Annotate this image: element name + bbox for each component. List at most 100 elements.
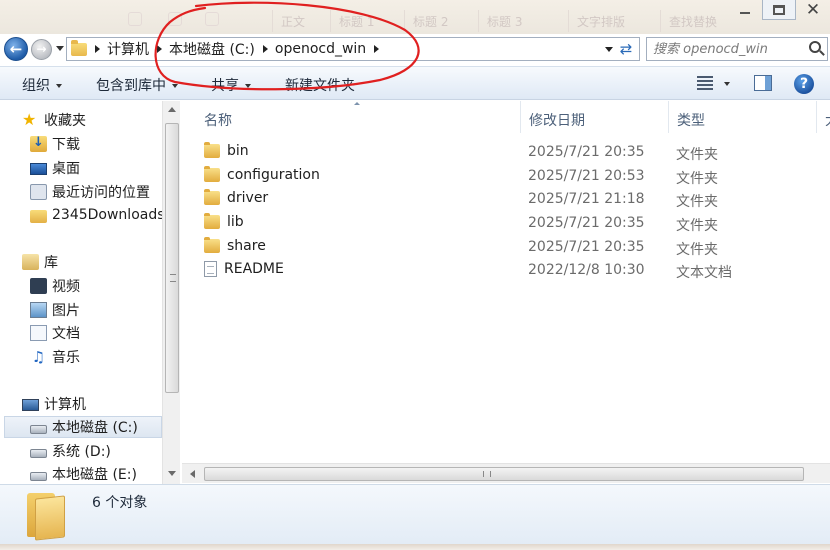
organize-button[interactable]: 组织 [22,75,62,95]
help-button[interactable]: ? [794,74,814,94]
view-options-icon[interactable] [697,76,713,90]
nav-pane-scrollbar[interactable] [162,101,180,484]
close-button[interactable]: ✕ [796,0,830,20]
new-folder-button[interactable]: 新建文件夹 [285,75,355,95]
maximize-button[interactable] [762,0,796,20]
navigation-pane: ★ 收藏夹 下载 桌面 最近访问的位置 2345Downloads 库 视频 图… [0,101,180,484]
nav-item-label: 本地磁盘 (C:) [52,420,138,436]
share-button[interactable]: 共享 [211,75,251,95]
column-header-modified[interactable]: 修改日期 [521,101,669,133]
background-tab: 标题 2 [404,10,456,32]
forward-button[interactable]: → [31,39,52,60]
background-tab: 查找替换 [660,10,725,32]
search-box[interactable] [646,37,828,61]
nav-item-label: 桌面 [52,161,80,177]
column-header-type[interactable]: 类型 [669,101,817,133]
music-note-icon: ♫ [31,348,46,366]
chevron-right-icon[interactable] [374,45,380,53]
nav-item-videos[interactable]: 视频 [30,275,180,297]
nav-item-2345downloads[interactable]: 2345Downloads [30,204,180,226]
folder-icon [204,189,220,205]
preview-pane-icon[interactable] [754,75,772,91]
scroll-up-icon[interactable] [168,107,176,112]
table-row[interactable]: configuration 2025/7/21 20:53 文件夹 [182,164,830,187]
breadcrumb-drive-c[interactable]: 本地磁盘 (C:) [169,39,255,59]
nav-item-music[interactable]: ♫ 音乐 [30,346,180,368]
scroll-left-icon[interactable] [190,470,195,478]
arrow-right-icon: → [36,42,47,56]
file-modified: 2025/7/21 20:35 [528,144,645,160]
folder-icon [204,213,220,229]
drive-icon [30,425,47,434]
chevron-right-icon[interactable] [262,45,268,53]
search-input[interactable] [653,40,803,58]
file-type: 文件夹 [676,147,718,163]
table-row[interactable]: lib 2025/7/21 20:35 文件夹 [182,211,830,234]
nav-item-downloads[interactable]: 下载 [30,133,180,155]
nav-item-label: 最近访问的位置 [52,185,150,201]
breadcrumb-computer[interactable]: 计算机 [107,39,149,59]
star-icon: ★ [22,110,37,129]
refresh-button[interactable]: ⇄ [615,39,637,59]
file-modified: 2022/12/8 10:30 [528,262,645,278]
refresh-icon: ⇄ [619,40,633,58]
chevron-right-icon[interactable] [157,45,162,53]
address-bar[interactable]: 计算机 本地磁盘 (C:) openocd_win ⇄ [66,37,640,61]
file-name: driver [227,190,269,206]
library-icon [22,254,39,270]
address-dropdown-icon[interactable] [605,47,613,52]
nav-item-desktop[interactable]: 桌面 [30,157,180,179]
nav-favorites[interactable]: ★ 收藏夹 [22,109,180,131]
breadcrumb-openocd-win[interactable]: openocd_win [275,41,366,57]
nav-computer[interactable]: 计算机 [22,393,180,415]
scrollbar-thumb[interactable] [204,467,804,481]
table-row[interactable]: README 2022/12/8 10:30 文本文档 [182,258,830,281]
ghost-icon [128,12,142,26]
folder-icon [204,166,220,182]
folder-icon [204,142,220,158]
minimize-button[interactable] [728,0,762,20]
folder-icon [25,491,67,541]
arrow-left-icon: ← [9,40,23,58]
nav-computer-label: 计算机 [44,397,86,413]
table-row[interactable]: share 2025/7/21 20:35 文件夹 [182,235,830,258]
file-name: README [224,261,284,277]
chevron-right-icon[interactable] [95,45,100,53]
nav-item-label: 视频 [52,279,80,295]
scroll-down-icon[interactable] [168,471,176,476]
file-modified: 2025/7/21 20:35 [528,215,645,231]
nav-item-pictures[interactable]: 图片 [30,299,180,321]
include-in-library-button[interactable]: 包含到库中 [96,75,178,95]
nav-libraries[interactable]: 库 [22,251,180,273]
table-row[interactable]: driver 2025/7/21 21:18 文件夹 [182,187,830,210]
back-button[interactable]: ← [4,37,28,61]
nav-item-drive-c[interactable]: 本地磁盘 (C:) [4,416,162,438]
include-in-library-label: 包含到库中 [96,78,166,94]
grip-icon [483,471,491,477]
history-dropdown-icon[interactable] [56,46,64,51]
nav-item-label: 音乐 [52,350,80,366]
file-name: share [227,238,266,254]
nav-item-documents[interactable]: 文档 [30,322,180,344]
nav-item-drive-e[interactable]: 本地磁盘 (E:) [30,463,180,484]
text-file-icon [204,261,217,277]
background-ribbon: 正文 标题 1 标题 2 标题 3 文字排版 查找替换 [0,0,830,34]
nav-item-label: 系统 (D:) [52,444,111,460]
file-type: 文件夹 [676,218,718,234]
window-bottom-edge [0,544,830,550]
file-type: 文件夹 [676,194,718,210]
table-row[interactable]: bin 2025/7/21 20:35 文件夹 [182,140,830,163]
scrollbar-thumb[interactable] [165,123,179,393]
nav-item-recent-places[interactable]: 最近访问的位置 [30,181,180,203]
grip-icon [170,274,176,282]
search-icon[interactable] [809,41,821,53]
command-bar: 组织 包含到库中 共享 新建文件夹 ? [0,66,830,100]
background-tab: 标题 3 [478,10,530,32]
organize-label: 组织 [22,78,50,94]
column-header-name[interactable]: 名称 [196,101,521,133]
chevron-down-icon[interactable] [724,82,730,86]
nav-item-drive-d[interactable]: 系统 (D:) [30,440,180,462]
file-list-horizontal-scrollbar[interactable] [182,463,830,483]
column-header-size[interactable]: 大 [817,101,830,133]
drive-icon [30,449,47,458]
